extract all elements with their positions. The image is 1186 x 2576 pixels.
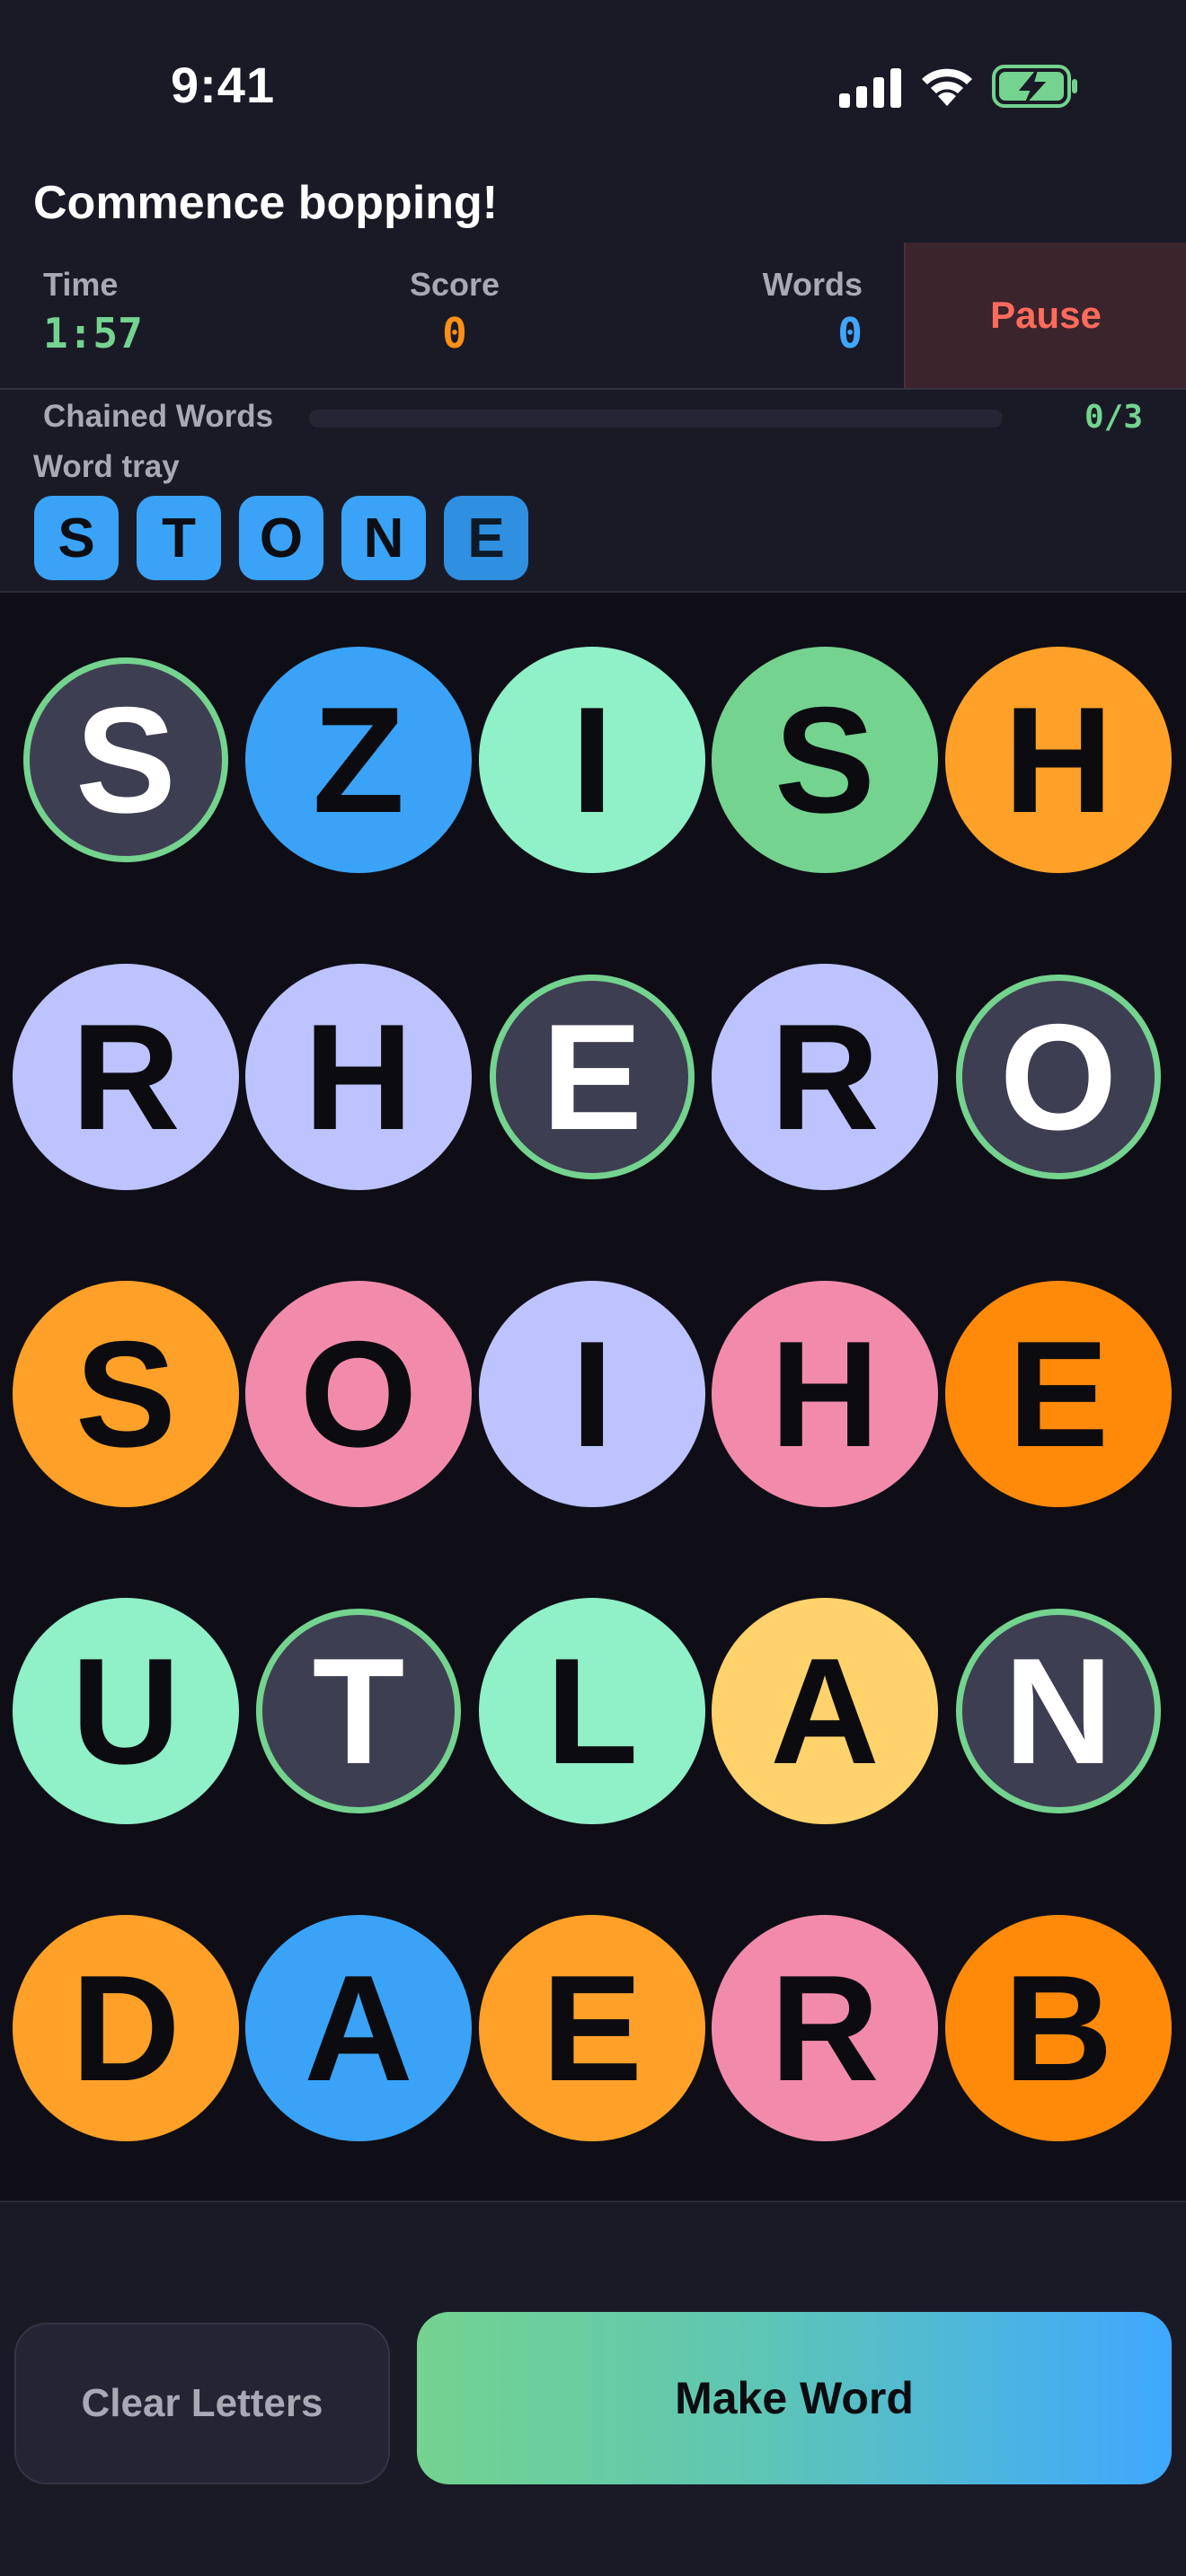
chained-words-row: Chained Words 0/3 bbox=[0, 395, 1186, 442]
tray-letter-tile[interactable]: E bbox=[444, 496, 528, 580]
letter-board: SZISHRHEROSOIHEUTLANDAERB bbox=[0, 591, 1186, 2202]
letter-bubble[interactable]: R bbox=[712, 1915, 938, 2141]
stat-time: Time 1:57 bbox=[43, 266, 143, 357]
letter-bubble[interactable]: S bbox=[13, 1281, 239, 1507]
game-title: Commence bopping! bbox=[33, 177, 499, 229]
letter-bubble[interactable]: R bbox=[712, 964, 938, 1190]
clear-letters-button[interactable]: Clear Letters bbox=[14, 2323, 390, 2484]
score-value: 0 bbox=[442, 309, 467, 357]
letter-bubble[interactable]: Z bbox=[245, 647, 472, 873]
tray-letter-tile[interactable]: N bbox=[341, 496, 426, 580]
wifi-icon bbox=[922, 68, 972, 106]
tray-letter-tile[interactable]: O bbox=[239, 496, 323, 580]
letter-bubble[interactable]: A bbox=[712, 1598, 938, 1824]
chained-words-label: Chained Words bbox=[43, 399, 274, 434]
score-label: Score bbox=[409, 266, 500, 303]
letter-bubble[interactable]: T bbox=[256, 1609, 461, 1813]
word-tray: STONE bbox=[34, 496, 528, 580]
status-bar: 9:41 bbox=[0, 0, 1186, 171]
letter-bubble[interactable]: U bbox=[13, 1598, 239, 1824]
letter-bubble[interactable]: O bbox=[956, 975, 1161, 1179]
stat-score: Score 0 bbox=[383, 266, 527, 357]
status-time: 9:41 bbox=[171, 57, 276, 113]
letter-bubble[interactable]: E bbox=[479, 1915, 705, 2141]
action-bar: Clear Letters Make Word bbox=[0, 2202, 1186, 2576]
letter-bubble[interactable]: I bbox=[479, 1281, 705, 1507]
time-value: 1:57 bbox=[43, 309, 143, 357]
letter-bubble[interactable]: S bbox=[23, 657, 228, 862]
chained-words-count: 0/3 bbox=[1084, 399, 1143, 436]
letter-bubble[interactable]: L bbox=[479, 1598, 705, 1824]
tray-letter-tile[interactable]: S bbox=[34, 496, 119, 580]
letter-bubble[interactable]: I bbox=[479, 647, 705, 873]
battery-charging-icon bbox=[992, 65, 1077, 108]
stats-bar: Time 1:57 Score 0 Words 0 Pause bbox=[0, 243, 1186, 390]
stat-words: Words 0 bbox=[737, 266, 863, 357]
time-label: Time bbox=[43, 266, 119, 303]
letter-bubble[interactable]: D bbox=[13, 1915, 239, 2141]
letter-bubble[interactable]: B bbox=[945, 1915, 1172, 2141]
words-value: 0 bbox=[837, 309, 863, 357]
tray-letter-tile[interactable]: T bbox=[137, 496, 221, 580]
letter-bubble[interactable]: R bbox=[13, 964, 239, 1190]
letter-bubble[interactable]: H bbox=[245, 964, 472, 1190]
cellular-signal-icon bbox=[839, 68, 901, 108]
letter-bubble[interactable]: A bbox=[245, 1915, 472, 2141]
chain-progress-bar bbox=[309, 410, 1003, 428]
pause-button[interactable]: Pause bbox=[904, 243, 1186, 388]
words-label: Words bbox=[762, 266, 863, 303]
letter-bubble[interactable]: H bbox=[945, 647, 1172, 873]
letter-bubble[interactable]: O bbox=[245, 1281, 472, 1507]
letter-bubble[interactable]: H bbox=[712, 1281, 938, 1507]
letter-bubble[interactable]: E bbox=[945, 1281, 1172, 1507]
letter-bubble[interactable]: E bbox=[490, 975, 695, 1179]
make-word-button[interactable]: Make Word bbox=[417, 2312, 1172, 2484]
word-tray-label: Word tray bbox=[33, 449, 180, 484]
letter-bubble[interactable]: N bbox=[956, 1609, 1161, 1813]
letter-bubble[interactable]: S bbox=[712, 647, 938, 873]
